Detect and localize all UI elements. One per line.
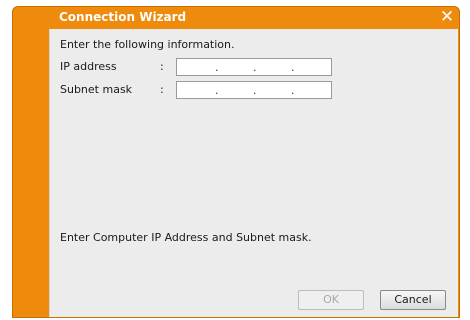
cancel-button[interactable]: Cancel (380, 290, 446, 310)
close-icon[interactable]: ✕ (439, 9, 455, 26)
ip-octet-separator: . (253, 61, 257, 74)
ok-button[interactable]: OK (298, 290, 364, 310)
ip-address-colon: : (160, 60, 164, 73)
subnet-octet-separator: . (253, 84, 257, 97)
window-title: Connection Wizard (59, 10, 187, 24)
ip-address-field[interactable]: . . . (176, 58, 332, 76)
status-message: Enter Computer IP Address and Subnet mas… (60, 231, 312, 244)
ip-octet-separator: . (291, 61, 295, 74)
title-bar[interactable]: Connection Wizard ✕ (13, 7, 459, 29)
wizard-content: Enter the following information. IP addr… (49, 29, 458, 317)
ip-octet-separator: . (215, 61, 219, 74)
connection-wizard-window: Connection Wizard ✕ Enter the following … (12, 6, 460, 318)
subnet-octet-separator: . (215, 84, 219, 97)
subnet-mask-field[interactable]: . . . (176, 81, 332, 99)
subnet-mask-colon: : (160, 83, 164, 96)
subnet-octet-separator: . (291, 84, 295, 97)
ip-address-label: IP address (60, 60, 117, 73)
subnet-mask-label: Subnet mask (60, 83, 133, 96)
instruction-text: Enter the following information. (60, 38, 235, 51)
